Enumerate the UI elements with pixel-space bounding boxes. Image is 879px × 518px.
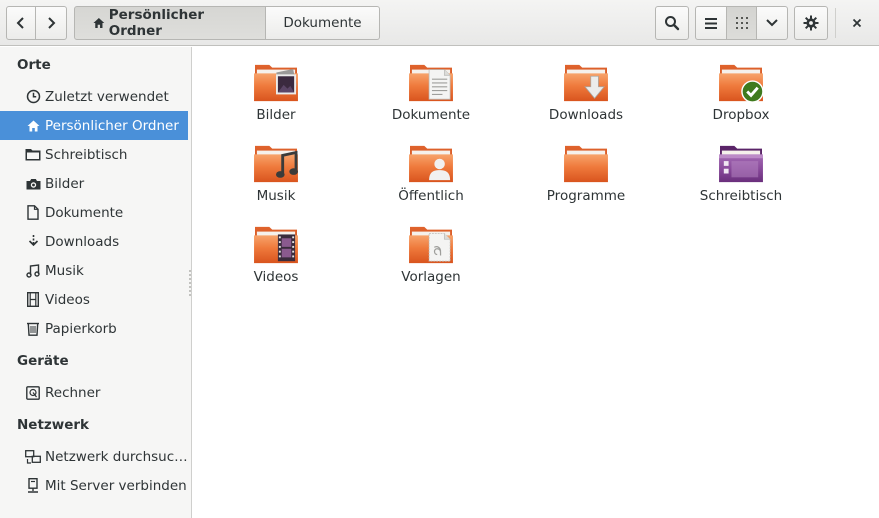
sidebar-item-videos[interactable]: Videos: [0, 285, 188, 314]
file-item-downloads[interactable]: Downloads: [511, 47, 661, 123]
forward-button[interactable]: [35, 6, 67, 40]
file-item-label: Dropbox: [712, 107, 770, 123]
sidebar-resize-handle[interactable]: [189, 269, 191, 297]
folder-icon: [564, 145, 608, 183]
documents-folder-icon: [409, 64, 453, 102]
desktop-folder-icon: [719, 145, 763, 183]
server-icon: [25, 478, 41, 494]
sidebar-item-label: Downloads: [45, 233, 120, 250]
download-icon: [25, 234, 41, 250]
public-folder-icon: [409, 145, 453, 183]
file-item-desktop[interactable]: Schreibtisch: [666, 128, 816, 204]
drive-icon: [25, 385, 41, 401]
file-item-dropbox[interactable]: Dropbox: [666, 47, 816, 123]
sidebar-item-label: Bilder: [45, 175, 85, 192]
sidebar-item-label: Rechner: [45, 384, 101, 401]
sidebar-item-music[interactable]: Musik: [0, 256, 188, 285]
home-icon: [25, 118, 41, 134]
path-segment-home[interactable]: Persönlicher Ordner: [74, 6, 266, 40]
sidebar-item-pictures[interactable]: Bilder: [0, 169, 188, 198]
sidebar-item-computer[interactable]: Rechner: [0, 378, 188, 407]
film-icon: [25, 292, 41, 308]
sidebar-item-label: Persönlicher Ordner: [45, 117, 179, 134]
file-item-documents[interactable]: Dokumente: [356, 47, 506, 123]
sidebar-item-recent[interactable]: Zuletzt verwendet: [0, 82, 188, 111]
gear-icon: [803, 15, 819, 31]
sidebar: Orte Zuletzt verwendet Persönlicher Ordn…: [0, 47, 192, 518]
sidebar-item-connect-server[interactable]: Mit Server verbinden: [0, 471, 188, 500]
path-bar: Persönlicher Ordner Dokumente: [74, 6, 380, 40]
sidebar-heading-network: Netzwerk: [17, 417, 90, 433]
sidebar-item-label: Zuletzt verwendet: [45, 88, 169, 105]
path-segment-label: Dokumente: [283, 15, 362, 31]
header-separator: [835, 8, 836, 38]
sidebar-item-label: Mit Server verbinden: [45, 477, 187, 494]
file-item-templates[interactable]: Vorlagen: [356, 209, 506, 285]
sidebar-heading-devices: Geräte: [17, 353, 69, 369]
file-item-label: Öffentlich: [398, 188, 464, 204]
network-icon: [25, 449, 41, 465]
grid-view-button[interactable]: [726, 6, 757, 40]
file-item-videos[interactable]: Videos: [201, 209, 351, 285]
sidebar-item-label: Papierkorb: [45, 320, 117, 337]
sidebar-item-label: Netzwerk durchsuc…: [45, 448, 188, 465]
header-bar: Persönlicher Ordner Dokumente: [0, 0, 879, 46]
camera-icon: [25, 176, 41, 192]
search-icon: [665, 16, 680, 31]
file-item-label: Schreibtisch: [699, 188, 783, 204]
sidebar-item-trash[interactable]: Papierkorb: [0, 314, 188, 343]
sidebar-item-desktop[interactable]: Schreibtisch: [0, 140, 188, 169]
music-icon: [25, 263, 41, 279]
sidebar-item-home[interactable]: Persönlicher Ordner: [0, 111, 188, 140]
trash-icon: [25, 321, 41, 337]
file-item-label: Videos: [253, 269, 299, 285]
file-item-pictures[interactable]: Bilder: [201, 47, 351, 123]
sidebar-item-label: Videos: [45, 291, 90, 308]
file-item-public[interactable]: Öffentlich: [356, 128, 506, 204]
file-item-label: Programme: [546, 188, 626, 204]
path-segment-documents[interactable]: Dokumente: [266, 6, 380, 40]
settings-button[interactable]: [794, 6, 828, 40]
pictures-folder-icon: [254, 64, 298, 102]
file-item-label: Musik: [256, 188, 296, 204]
file-item-label: Downloads: [548, 107, 624, 123]
music-folder-icon: [254, 145, 298, 183]
sidebar-item-label: Dokumente: [45, 204, 124, 221]
videos-folder-icon: [254, 226, 298, 264]
file-item-label: Vorlagen: [401, 269, 461, 285]
file-item-label: Dokumente: [391, 107, 471, 123]
chevron-down-icon: [766, 19, 778, 27]
sidebar-item-browse-network[interactable]: Netzwerk durchsuc…: [0, 442, 188, 471]
sidebar-item-label: Musik: [45, 262, 84, 279]
list-view-button[interactable]: [695, 6, 727, 40]
back-button[interactable]: [6, 6, 36, 40]
path-segment-label: Persönlicher Ordner: [108, 7, 205, 39]
grid-icon: [735, 17, 748, 29]
close-button[interactable]: [843, 6, 871, 40]
clock-icon: [25, 89, 41, 105]
templates-folder-icon: [409, 226, 453, 264]
sidebar-item-label: Schreibtisch: [45, 146, 128, 163]
file-item-label: Bilder: [256, 107, 296, 123]
dropbox-folder-icon: [719, 64, 764, 103]
sidebar-item-documents[interactable]: Dokumente: [0, 198, 188, 227]
file-view: Bilder Dokumente Downloads Dropbox Musik…: [193, 47, 879, 518]
close-icon: [852, 18, 862, 28]
home-icon: [93, 18, 105, 28]
downloads-folder-icon: [564, 64, 608, 102]
sidebar-item-downloads[interactable]: Downloads: [0, 227, 188, 256]
view-options-button[interactable]: [756, 6, 788, 40]
search-button[interactable]: [655, 6, 689, 40]
file-item-programs[interactable]: Programme: [511, 128, 661, 204]
chevron-right-icon: [48, 17, 56, 29]
file-item-music[interactable]: Musik: [201, 128, 351, 204]
folder-icon: [25, 147, 41, 163]
document-icon: [25, 205, 41, 221]
list-icon: [705, 17, 717, 29]
chevron-left-icon: [16, 17, 24, 29]
sidebar-heading-places: Orte: [17, 57, 51, 73]
